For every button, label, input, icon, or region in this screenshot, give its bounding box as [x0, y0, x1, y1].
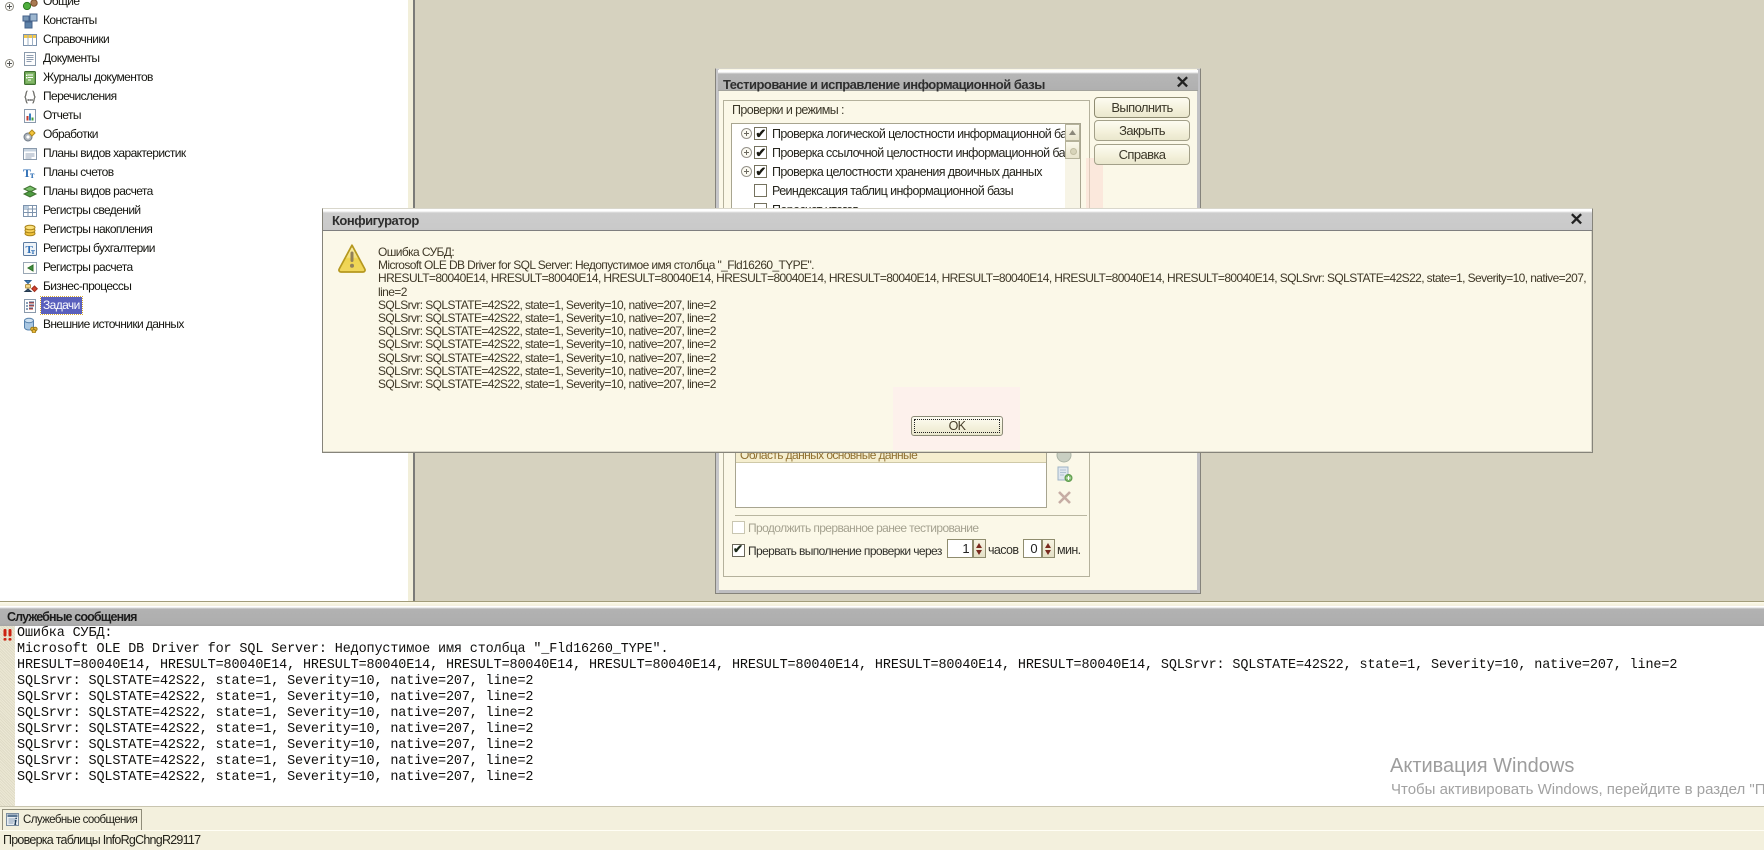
- svg-text:т: т: [30, 170, 35, 180]
